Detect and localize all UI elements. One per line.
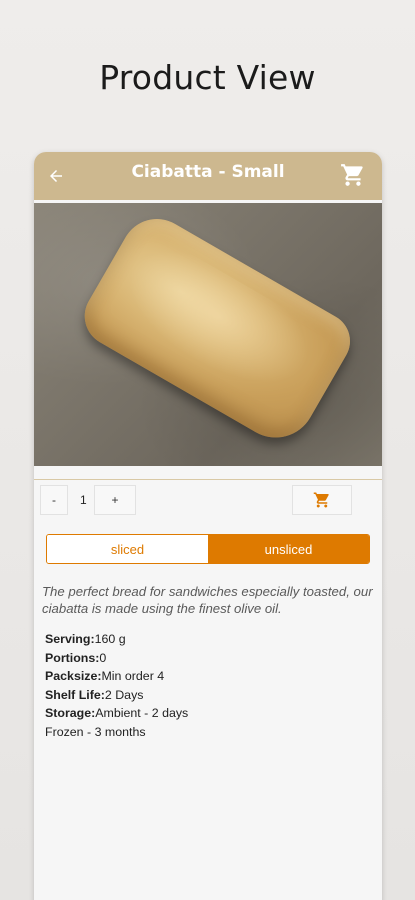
serving-value: 160 g [94,632,126,646]
unsliced-option[interactable]: unsliced [208,535,369,563]
storage-label: Storage: [45,706,96,720]
product-specs: Serving:160 g Portions:0 Packsize:Min or… [45,630,365,741]
portions-label: Portions: [45,650,100,665]
serving-row: Serving:160 g [45,630,365,649]
storage-row: Storage:Ambient - 2 days [45,704,365,723]
serving-label: Serving: [45,632,95,646]
slicing-toggle: sliced unsliced [46,534,370,564]
cart-button[interactable] [340,162,366,188]
increase-quantity-button[interactable]: + [94,485,136,515]
cart-icon [313,492,329,508]
add-to-cart-button[interactable] [292,485,352,515]
ciabatta-loaf-image [73,205,361,453]
packsize-row: Packsize:Min order 4 [45,667,365,686]
shelf-life-label: Shelf Life: [45,687,105,702]
packsize-value: Min order 4 [101,669,165,683]
page-title: Ciabatta - Small [131,162,285,182]
storage-row-2: Frozen - 3 months [45,724,146,739]
shelf-life-value: 2 Days [104,687,144,702]
quantity-row: - 1 + [34,483,382,521]
storage-value: Ambient - 2 days [95,706,189,720]
portions-value: 0 [99,650,107,665]
packsize-label: Packsize: [45,669,102,683]
quantity-value: 1 [80,493,87,507]
shelf-life-row: Shelf Life:2 Days [45,686,365,705]
cart-icon [341,164,363,186]
divider [34,479,382,480]
arrow-left-icon [50,170,62,182]
page-heading: Product View [99,58,316,97]
app-bar: Ciabatta - Small [34,152,382,200]
product-screen: Ciabatta - Small - 1 + sliced unsliced T… [34,152,382,900]
product-description: The perfect bread for sandwiches especia… [42,584,373,616]
back-button[interactable] [44,164,68,188]
product-image [34,203,382,466]
portions-row: Portions:0 [45,649,365,668]
sliced-option[interactable]: sliced [47,535,208,563]
decrease-quantity-button[interactable]: - [40,485,68,515]
